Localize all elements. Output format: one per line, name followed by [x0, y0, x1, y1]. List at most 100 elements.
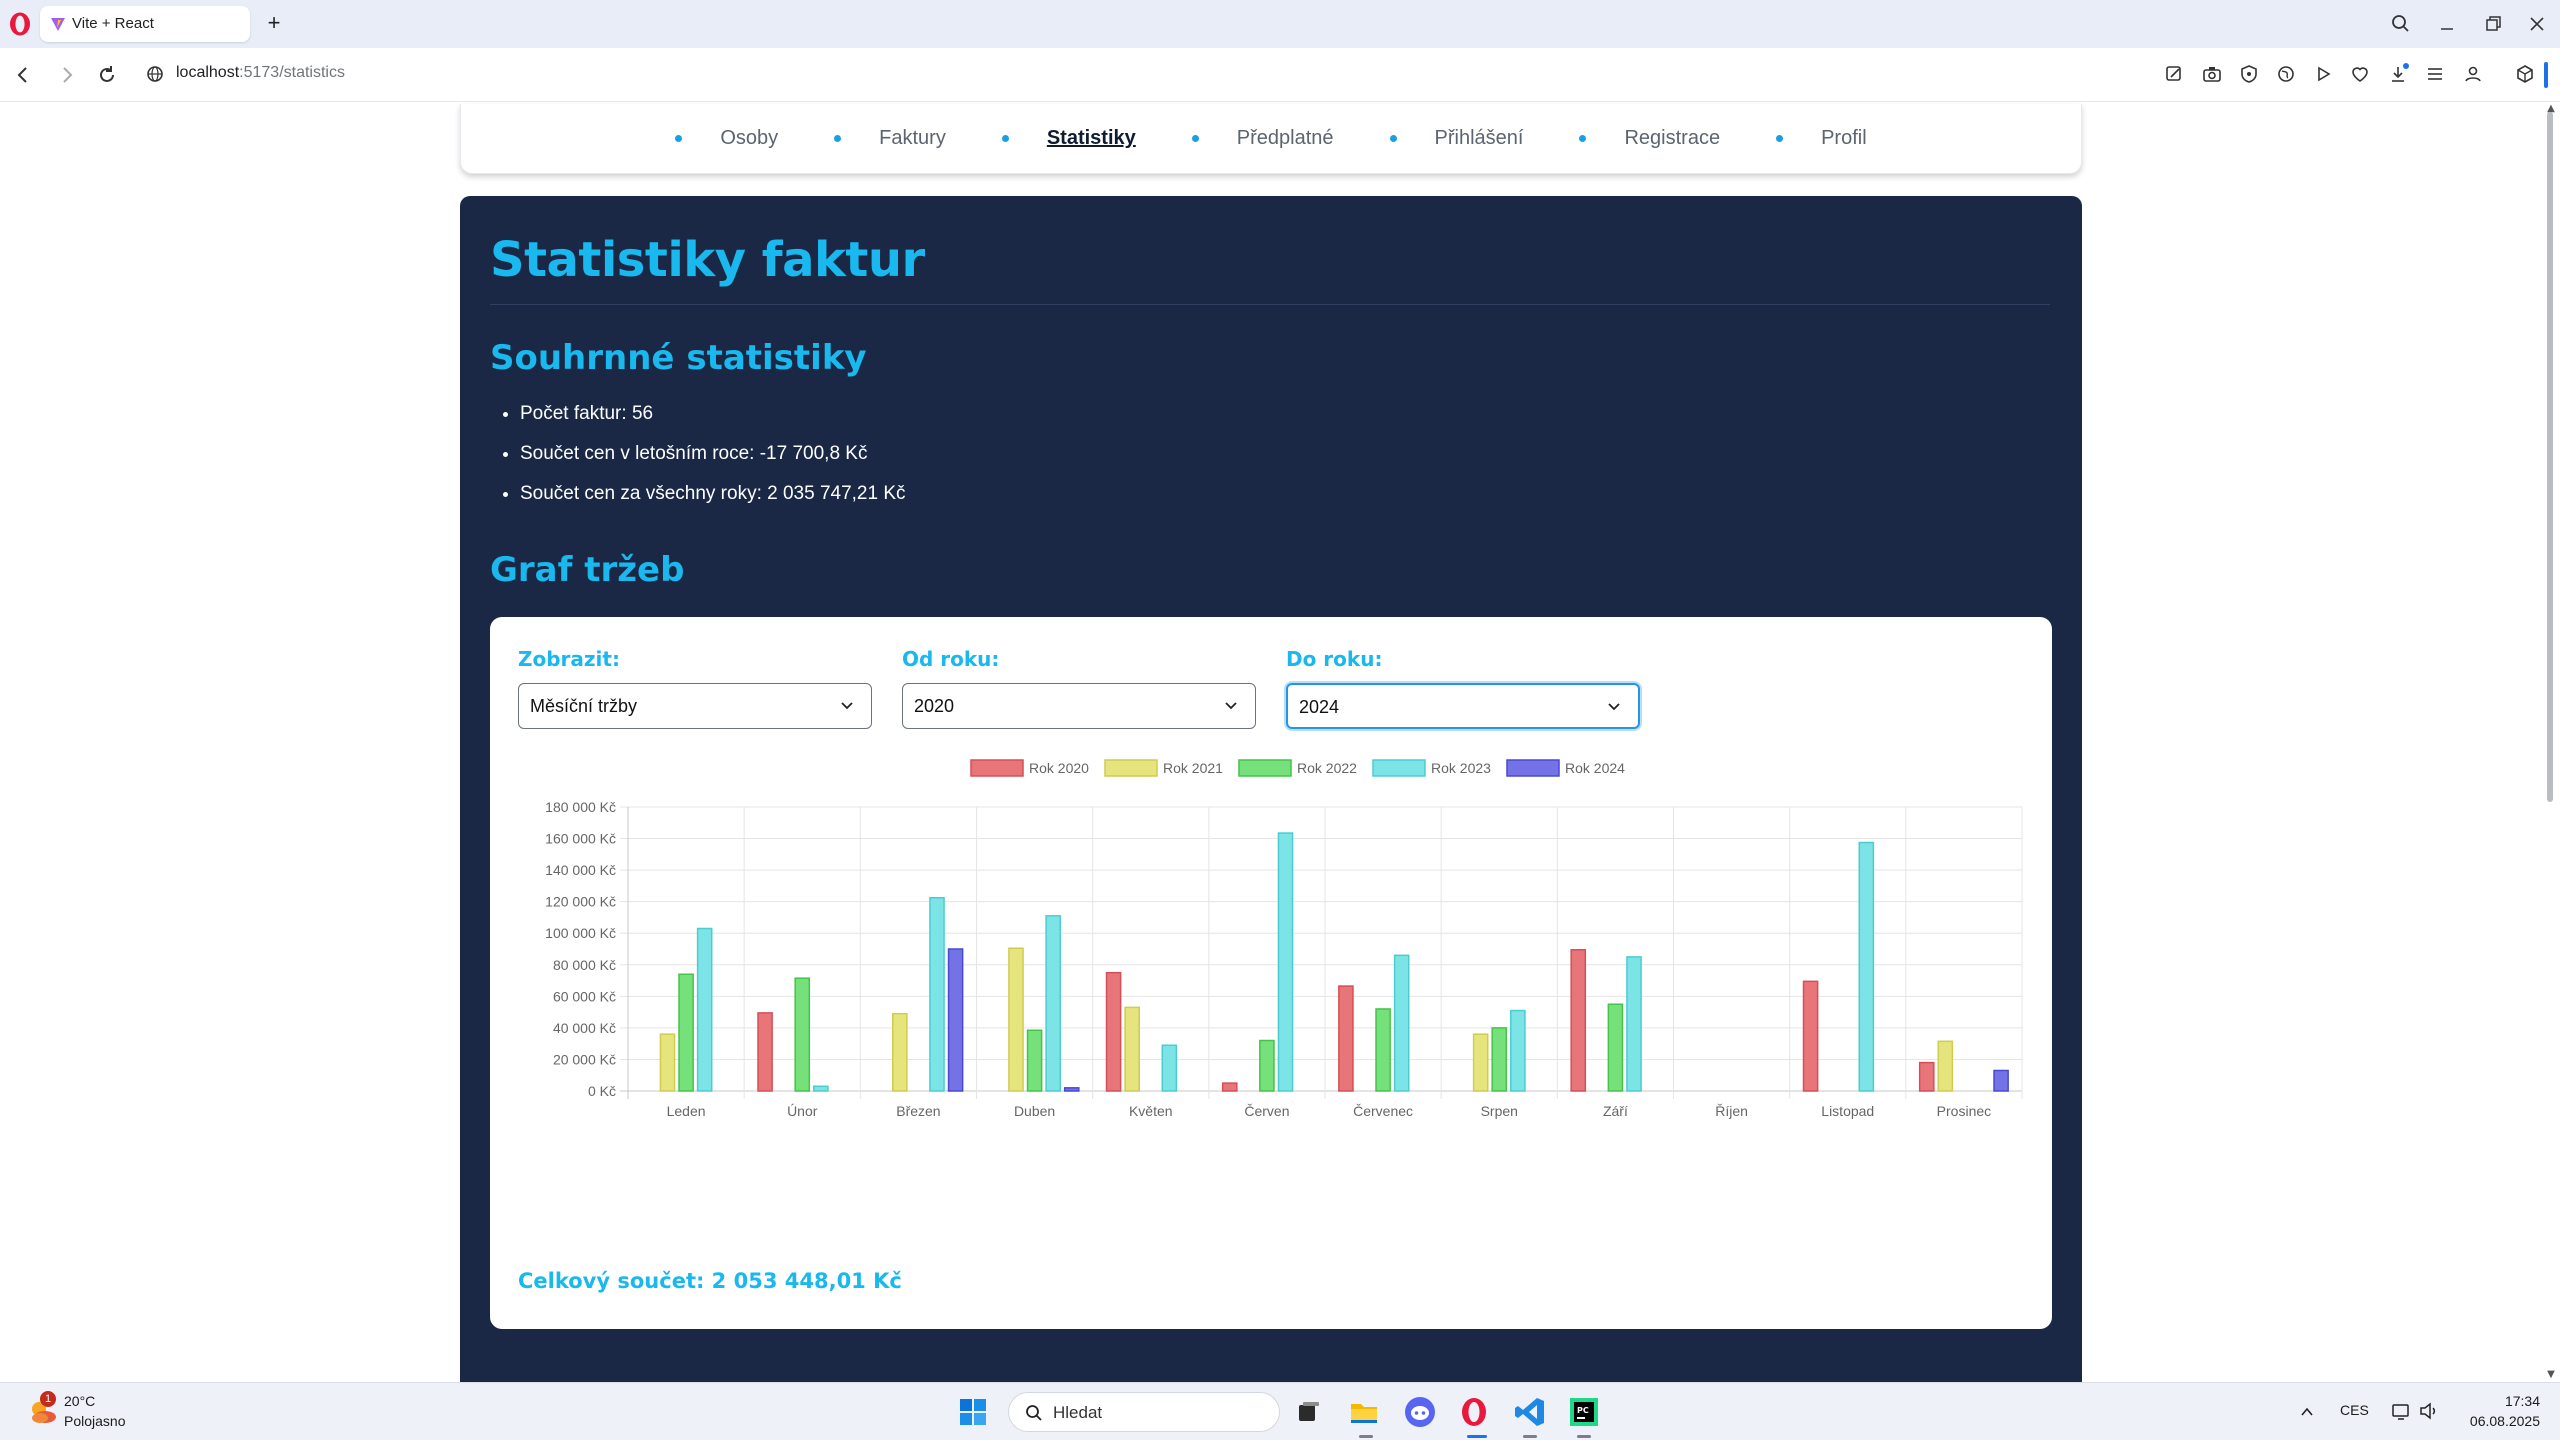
- bar: [1510, 1009, 1526, 1092]
- x-tick-label: Květen: [1129, 1103, 1173, 1119]
- windows-start-icon[interactable]: [958, 1397, 988, 1427]
- grand-total: Celkový součet: 2 053 448,01 Kč: [518, 1269, 902, 1293]
- url-field[interactable]: localhost:5173/statistics: [176, 64, 345, 82]
- bullet-dot-icon: [834, 135, 842, 142]
- scroll-down-arrow-icon[interactable]: ▼: [2544, 1370, 2558, 1380]
- input-language[interactable]: CES: [2340, 1402, 2369, 1418]
- volume-icon[interactable]: [2418, 1400, 2440, 1422]
- revenue-bar-chart: Rok 2020 Rok 2021 Rok 2022 Rok 2023 Rok 2024…: [545, 759, 2023, 1119]
- bar: [1063, 1087, 1080, 1092]
- bar: [1105, 971, 1122, 1092]
- heart-icon[interactable]: [2348, 62, 2372, 86]
- bullet-dot-icon: [675, 135, 683, 142]
- opera-browser-icon[interactable]: [1456, 1394, 1492, 1430]
- forward-arrow-icon[interactable]: [54, 62, 80, 88]
- browser-tabstrip: Vite + React +: [0, 0, 2560, 48]
- bar: [813, 1085, 829, 1092]
- reload-icon[interactable]: [94, 62, 120, 88]
- legend-label: Rok 2022: [1297, 760, 1357, 776]
- x-tick-label: Prosinec: [1937, 1103, 1991, 1119]
- discord-icon[interactable]: [1402, 1394, 1438, 1430]
- active-indicator: [1467, 1435, 1487, 1438]
- tray-chevron-up-icon[interactable]: [2298, 1403, 2316, 1421]
- nav-label: Přihlášení: [1434, 127, 1524, 149]
- edit-note-icon[interactable]: [2162, 62, 2186, 86]
- to-year-value: 2024: [1299, 697, 1340, 717]
- pycharm-icon[interactable]: PC: [1566, 1394, 1602, 1430]
- nav-item-statistiky[interactable]: Statistiky: [1001, 127, 1136, 150]
- show-select[interactable]: Měsíční tržby: [518, 683, 872, 729]
- bar: [1802, 980, 1819, 1092]
- nav-item-osoby[interactable]: Osoby: [675, 127, 778, 150]
- profile-icon[interactable]: [2461, 62, 2485, 86]
- nav-item-registrace[interactable]: Registrace: [1579, 127, 1720, 150]
- weather-desc[interactable]: Polojasno: [64, 1413, 126, 1429]
- running-indicator: [1577, 1435, 1591, 1438]
- vpn-globe-icon[interactable]: [2274, 62, 2298, 86]
- close-window-icon[interactable]: [2524, 12, 2550, 36]
- from-year-select[interactable]: 2020: [902, 683, 1256, 729]
- opera-logo-icon[interactable]: [8, 11, 32, 37]
- bar: [696, 927, 713, 1092]
- bullet-dot-icon: [1776, 135, 1784, 142]
- bar: [1918, 1061, 1935, 1092]
- nav-item-prihlaseni[interactable]: Přihlášení: [1389, 127, 1524, 150]
- browser-address-bar: localhost:5173/statistics: [0, 48, 2560, 102]
- bar: [1491, 1027, 1508, 1092]
- weather-temp[interactable]: 20°C: [64, 1393, 95, 1409]
- filter-from-label: Od roku:: [902, 647, 1000, 671]
- taskbar-search[interactable]: Hledat: [1008, 1392, 1280, 1432]
- bar: [1993, 1069, 2009, 1092]
- nav-item-faktury[interactable]: Faktury: [834, 127, 946, 150]
- summary-heading: Souhrnné statistiky: [490, 338, 867, 378]
- nav-label: Registrace: [1624, 127, 1721, 149]
- filter-to-label: Do roku:: [1286, 647, 1383, 671]
- graph-heading: Graf tržeb: [490, 550, 685, 590]
- y-tick-label: 160 000 Kč: [545, 831, 616, 847]
- clock-date[interactable]: 06.08.2025: [2460, 1413, 2540, 1429]
- download-icon[interactable]: [2386, 62, 2410, 86]
- running-indicator: [1523, 1435, 1537, 1438]
- back-arrow-icon[interactable]: [10, 62, 36, 88]
- nav-item-predplatne[interactable]: Předplatné: [1191, 127, 1334, 150]
- extensions-cube-icon[interactable]: [2513, 62, 2537, 86]
- scroll-thumb[interactable]: [2547, 112, 2553, 802]
- bar: [1259, 1039, 1275, 1092]
- minimize-icon[interactable]: [2434, 12, 2460, 36]
- browser-search-icon[interactable]: [2388, 12, 2414, 36]
- browser-tab[interactable]: Vite + React: [40, 6, 250, 42]
- bar: [1858, 841, 1875, 1092]
- filter-to-year: Do roku: 2024: [1286, 647, 1640, 729]
- legend-swatch: [1506, 759, 1560, 777]
- camera-snapshot-icon[interactable]: [2200, 62, 2224, 86]
- x-tick-label: Únor: [787, 1103, 818, 1119]
- task-view-icon[interactable]: [1290, 1394, 1326, 1430]
- new-tab-plus-icon[interactable]: +: [262, 12, 286, 36]
- bar: [1393, 954, 1410, 1092]
- page-scrollbar[interactable]: ▲ ▼: [2542, 104, 2560, 1380]
- site-info-globe-icon[interactable]: [144, 63, 166, 85]
- clock-time[interactable]: 17:34: [2490, 1393, 2540, 1409]
- y-tick-label: 120 000 Kč: [545, 894, 616, 910]
- easy-setup-menu-icon[interactable]: [2423, 62, 2447, 86]
- vscode-icon[interactable]: [1512, 1394, 1548, 1430]
- chevron-down-icon: [841, 702, 853, 710]
- file-explorer-icon[interactable]: [1346, 1394, 1382, 1430]
- network-monitor-icon[interactable]: [2390, 1400, 2412, 1422]
- legend-label: Rok 2021: [1163, 760, 1223, 776]
- bar: [1026, 1029, 1043, 1092]
- summary-list: Počet faktur: 56 Součet cen v letošním r…: [520, 402, 906, 522]
- x-tick-label: Srpen: [1481, 1103, 1518, 1119]
- bar: [929, 896, 945, 1092]
- shield-icon[interactable]: [2237, 62, 2261, 86]
- y-tick-label: 140 000 Kč: [545, 862, 616, 878]
- nav-item-profil[interactable]: Profil: [1776, 127, 1867, 150]
- restore-icon[interactable]: [2480, 12, 2506, 36]
- bar: [1338, 985, 1354, 1092]
- bar: [1472, 1033, 1489, 1092]
- to-year-select[interactable]: 2024: [1286, 683, 1640, 729]
- summary-item-count: Počet faktur: 56: [520, 402, 906, 442]
- player-play-icon[interactable]: [2311, 62, 2335, 86]
- bar: [1626, 956, 1642, 1092]
- bar: [659, 1033, 676, 1092]
